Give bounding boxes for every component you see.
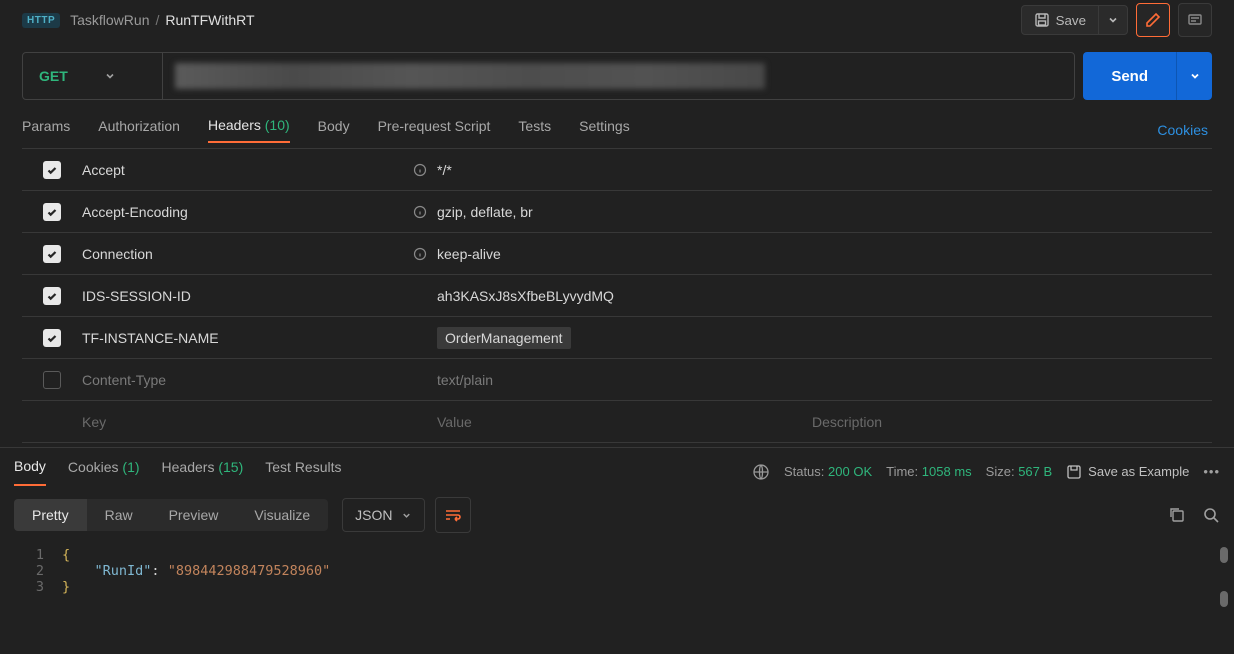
line-number: 3 — [0, 579, 62, 595]
tab-headers-label: Headers — [208, 117, 261, 133]
save-as-example[interactable]: Save as Example — [1066, 464, 1189, 480]
response-tab-body[interactable]: Body — [14, 458, 46, 486]
format-label: JSON — [355, 507, 392, 523]
header-value[interactable]: text/plain — [437, 372, 812, 388]
header-value[interactable]: gzip, deflate, br — [437, 204, 812, 220]
header-key[interactable]: IDS-SESSION-ID — [82, 288, 437, 304]
header-key-placeholder[interactable]: Key — [82, 414, 437, 430]
line-number: 2 — [0, 563, 62, 579]
header-desc-placeholder[interactable]: Description — [812, 414, 1212, 430]
send-dropdown[interactable] — [1176, 52, 1212, 100]
header-checkbox[interactable] — [43, 371, 61, 389]
header-key[interactable]: Accept — [82, 162, 437, 178]
chevron-down-icon — [401, 510, 412, 521]
header-key[interactable]: Connection — [82, 246, 437, 262]
header-value[interactable]: OrderManagement — [437, 327, 812, 349]
tab-settings[interactable]: Settings — [579, 118, 630, 142]
cookies-link[interactable]: Cookies — [1157, 122, 1208, 138]
url-input[interactable] — [163, 53, 1074, 99]
pencil-icon — [1145, 12, 1161, 28]
tab-authorization[interactable]: Authorization — [98, 118, 180, 142]
copy-icon[interactable] — [1168, 506, 1186, 524]
wrap-toggle[interactable] — [435, 497, 471, 533]
view-preview[interactable]: Preview — [151, 499, 237, 531]
response-headers-count: (15) — [218, 459, 243, 475]
size-meta: Size: 567 B — [986, 464, 1053, 479]
comment-button[interactable] — [1178, 3, 1212, 37]
view-pretty[interactable]: Pretty — [14, 499, 87, 531]
save-dropdown[interactable] — [1098, 5, 1128, 35]
table-row: Accept*/* — [22, 149, 1212, 191]
info-icon[interactable] — [413, 247, 427, 261]
format-select[interactable]: JSON — [342, 498, 424, 532]
header-key[interactable]: Content-Type — [82, 372, 437, 388]
response-tab-testresults[interactable]: Test Results — [265, 459, 341, 485]
view-raw[interactable]: Raw — [87, 499, 151, 531]
scrollbar-thumb[interactable] — [1220, 547, 1228, 563]
save-button[interactable]: Save — [1021, 5, 1099, 35]
table-row: Connectionkeep-alive — [22, 233, 1212, 275]
header-key[interactable]: Accept-Encoding — [82, 204, 437, 220]
globe-icon[interactable] — [752, 463, 770, 481]
breadcrumb-sep: / — [155, 12, 159, 28]
tab-tests[interactable]: Tests — [518, 118, 551, 142]
save-label: Save — [1056, 13, 1086, 28]
info-icon[interactable] — [413, 205, 427, 219]
header-value[interactable]: */* — [437, 162, 812, 178]
response-tab-cookies[interactable]: Cookies (1) — [68, 459, 140, 485]
chevron-down-icon — [1107, 14, 1119, 26]
header-checkbox[interactable] — [43, 287, 61, 305]
save-icon — [1066, 464, 1082, 480]
tab-headers[interactable]: Headers (10) — [208, 117, 290, 143]
chevron-down-icon — [1189, 70, 1201, 82]
url-blurred — [175, 63, 765, 89]
table-row: Accept-Encodinggzip, deflate, br — [22, 191, 1212, 233]
breadcrumb-current[interactable]: RunTFWithRT — [165, 12, 254, 28]
wrap-icon — [444, 508, 462, 522]
table-row: TF-INSTANCE-NAMEOrderManagement — [22, 317, 1212, 359]
comment-icon — [1187, 12, 1203, 28]
breadcrumb-parent[interactable]: TaskflowRun — [70, 12, 149, 28]
search-icon[interactable] — [1202, 506, 1220, 524]
response-body-code[interactable]: 1 { 2 "RunId": "898442988479528960" 3 } — [0, 543, 1234, 599]
header-checkbox[interactable] — [43, 203, 61, 221]
header-checkbox[interactable] — [43, 161, 61, 179]
edit-button[interactable] — [1136, 3, 1170, 37]
save-example-label: Save as Example — [1088, 464, 1189, 479]
info-icon[interactable] — [413, 163, 427, 177]
response-tab-headers[interactable]: Headers (15) — [162, 459, 244, 485]
table-row: IDS-SESSION-IDah3KASxJ8sXfbeBLyvydMQ — [22, 275, 1212, 317]
header-value[interactable]: ah3KASxJ8sXfbeBLyvydMQ — [437, 288, 812, 304]
tab-params[interactable]: Params — [22, 118, 70, 142]
table-row: Content-Typetext/plain — [22, 359, 1212, 401]
view-visualize[interactable]: Visualize — [236, 499, 328, 531]
header-key[interactable]: TF-INSTANCE-NAME — [82, 330, 437, 346]
http-badge: HTTP — [22, 13, 60, 28]
header-value-placeholder[interactable]: Value — [437, 414, 812, 430]
response-cookies-count: (1) — [122, 459, 139, 475]
chevron-down-icon — [104, 70, 116, 82]
header-value[interactable]: keep-alive — [437, 246, 812, 262]
status-meta: Status: 200 OK — [784, 464, 872, 479]
response-cookies-label: Cookies — [68, 459, 119, 475]
response-headers-label: Headers — [162, 459, 215, 475]
table-row: KeyValueDescription — [22, 401, 1212, 443]
method-label: GET — [39, 68, 68, 84]
headers-table: Accept*/*Accept-Encodinggzip, deflate, b… — [22, 148, 1212, 443]
method-select[interactable]: GET — [23, 53, 163, 99]
scrollbar-thumb[interactable] — [1220, 591, 1228, 607]
line-number: 1 — [0, 547, 62, 563]
time-meta: Time: 1058 ms — [886, 464, 972, 479]
header-checkbox[interactable] — [43, 329, 61, 347]
tab-headers-count: (10) — [265, 117, 290, 133]
tab-body[interactable]: Body — [318, 118, 350, 142]
send-button[interactable]: Send — [1083, 52, 1176, 100]
more-menu[interactable]: ••• — [1203, 464, 1220, 479]
tab-prerequest[interactable]: Pre-request Script — [378, 118, 491, 142]
save-icon — [1034, 12, 1050, 28]
header-checkbox[interactable] — [43, 245, 61, 263]
